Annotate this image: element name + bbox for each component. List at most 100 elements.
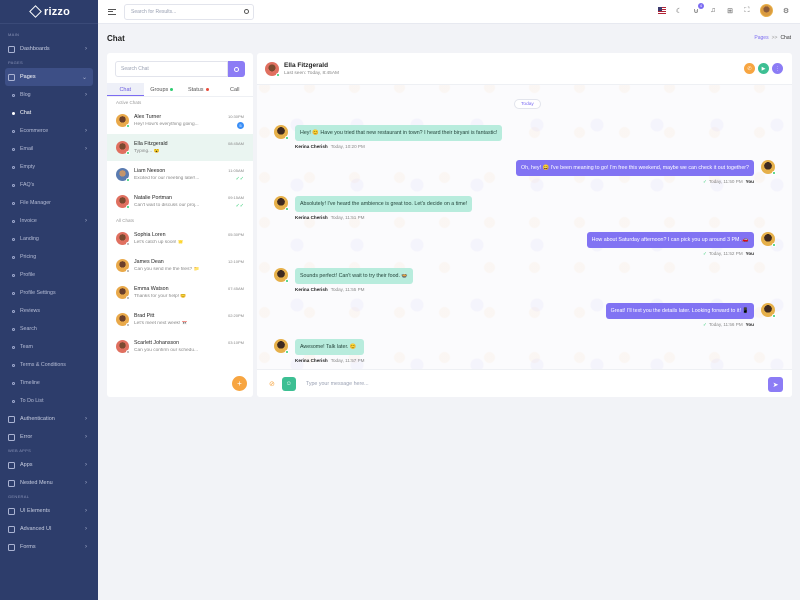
- bullet-icon: [12, 381, 15, 385]
- sidebar-sub-landing[interactable]: Landing: [0, 230, 98, 248]
- sidebar-item-forms[interactable]: Forms ›: [0, 538, 98, 556]
- sidebar-sub-reviews[interactable]: Reviews: [0, 302, 98, 320]
- sidebar-sub-pricing[interactable]: Pricing: [0, 248, 98, 266]
- message-outgoing: How about Saturday afternoon? I can pick…: [586, 232, 776, 257]
- sidebar-sub-chat[interactable]: Chat: [0, 104, 98, 122]
- message-input[interactable]: Type your message here...: [299, 376, 765, 391]
- sidebar-item-error[interactable]: Error ›: [0, 428, 98, 446]
- sidebar-sub-todo[interactable]: To Do List: [0, 392, 98, 410]
- more-icon[interactable]: ⋮: [772, 63, 783, 74]
- bullet-icon: [12, 165, 15, 169]
- chat-item-emma-watson[interactable]: Emma Watson Thanks for your help! 😊 07:45…: [107, 279, 253, 306]
- sidebar-item-label: Search: [20, 326, 37, 332]
- chat-item-liam-neeson[interactable]: Liam Neeson Excited for our meeting later…: [107, 161, 253, 188]
- sidebar-item-label: Ecommerce: [20, 128, 49, 134]
- avatar: [116, 114, 130, 128]
- chevron-right-icon: ›: [85, 416, 87, 422]
- chat-item-brad-pitt[interactable]: Brad Pitt Let's meet next week! 📅 02:20PM: [107, 306, 253, 333]
- phone-icon[interactable]: ✆: [744, 63, 755, 74]
- emoji-button[interactable]: ☺: [281, 376, 296, 391]
- sidebar-sub-file-manager[interactable]: File Manager: [0, 194, 98, 212]
- sidebar-item-ui-elements[interactable]: UI Elements ›: [0, 502, 98, 520]
- chat-list-panel: Search Chat Chat Groups Status Call Acti…: [107, 53, 253, 397]
- sidebar-item-label: File Manager: [20, 200, 51, 206]
- brand-logo[interactable]: rizzo: [0, 0, 98, 24]
- chat-search-input[interactable]: Search Chat: [115, 61, 228, 77]
- online-dot-icon: [772, 314, 776, 318]
- search-placeholder: Search for Results...: [131, 8, 177, 15]
- double-check-icon: ✓✓: [235, 203, 244, 209]
- tab-status[interactable]: Status: [180, 83, 217, 96]
- new-chat-button[interactable]: +: [232, 376, 247, 391]
- sidebar-item-advanced-ui[interactable]: Advanced UI ›: [0, 520, 98, 538]
- chat-item-james-dean[interactable]: James Dean Can you send me the files? 📁 1…: [107, 252, 253, 279]
- sidebar-item-nested-menu[interactable]: Nested Menu ›: [0, 474, 98, 492]
- paperclip-icon[interactable]: ⊘: [269, 380, 275, 388]
- moon-icon[interactable]: ☾: [675, 7, 683, 15]
- message-thread[interactable]: Today Hey! 😊 Have you tried that new res…: [257, 85, 792, 369]
- chat-item-alex-turner[interactable]: Alex Turner Hey! How's everything going..…: [107, 107, 253, 134]
- message-bubble: Hey! 😊 Have you tried that new restauran…: [295, 125, 503, 141]
- sidebar-item-label: Empty: [20, 164, 36, 170]
- top-header: Search for Results... ☾ ⊍ 4 ♫ ⊞ ⛶ ⚙: [98, 0, 800, 24]
- sidebar-sub-profile-settings[interactable]: Profile Settings: [0, 284, 98, 302]
- chat-item-sophia-loren[interactable]: Sophia Loren Let's catch up soon! 🌟 05:30…: [107, 225, 253, 252]
- apps-grid-icon[interactable]: ⊞: [726, 7, 734, 15]
- message-sender: Kerina Cherish: [295, 144, 328, 149]
- bullet-icon: [12, 129, 15, 133]
- chat-item-time: 12:10PM: [227, 259, 244, 264]
- tab-call[interactable]: Call: [217, 83, 254, 96]
- active-chats-label: Active Chats: [116, 100, 142, 105]
- sidebar-sub-invoice[interactable]: Invoice ›: [0, 212, 98, 230]
- tab-label: Groups: [150, 87, 169, 93]
- gear-icon[interactable]: ⚙: [782, 7, 790, 15]
- user-avatar[interactable]: [760, 4, 773, 17]
- sidebar-item-label: Dashboards: [20, 46, 50, 52]
- video-icon[interactable]: ▶: [758, 63, 769, 74]
- all-chats-label: All Chats: [116, 218, 135, 223]
- tab-groups[interactable]: Groups: [144, 83, 181, 96]
- bell-icon[interactable]: ♫: [709, 7, 717, 15]
- sidebar-item-label: Landing: [20, 236, 39, 242]
- bullet-icon: [12, 273, 15, 277]
- chat-item-natalie-portman[interactable]: Natalie Portman Can't wait to discuss our…: [107, 188, 253, 215]
- sidebar-sub-profile[interactable]: Profile: [0, 266, 98, 284]
- chat-item-ella-fitzgerald[interactable]: Ella Fitzgerald Typing... 😮 08:45AM: [107, 134, 253, 161]
- sidebar-item-apps[interactable]: Apps ›: [0, 456, 98, 474]
- sidebar-item-authentication[interactable]: Authentication ›: [0, 410, 98, 428]
- chat-search-button[interactable]: [228, 61, 245, 77]
- contact-avatar[interactable]: [265, 61, 280, 77]
- sidebar-sub-ecommerce[interactable]: Ecommerce ›: [0, 122, 98, 140]
- sidebar-sub-team[interactable]: Team: [0, 338, 98, 356]
- tab-chat[interactable]: Chat: [107, 83, 144, 96]
- chat-item-preview: Hey! How's everything going...: [134, 122, 199, 127]
- sidebar-sub-timeline[interactable]: Timeline: [0, 374, 98, 392]
- smiley-icon: ☺: [285, 380, 292, 387]
- last-seen: Last seen: Today, 8:45AM: [284, 70, 340, 76]
- online-dot-icon: [276, 72, 280, 77]
- chat-item-preview: Thanks for your help! 😊: [134, 294, 187, 299]
- avatar: [116, 259, 130, 273]
- sidebar-sub-empty[interactable]: Empty: [0, 158, 98, 176]
- search-icon[interactable]: [244, 8, 249, 14]
- sidebar-sub-search[interactable]: Search: [0, 320, 98, 338]
- fullscreen-icon[interactable]: ⛶: [743, 7, 751, 15]
- message-bubble: Awesome! Talk later. 😊: [295, 339, 365, 355]
- send-button[interactable]: ➤: [768, 377, 783, 392]
- home-icon: [8, 45, 15, 53]
- sidebar-sub-faqs[interactable]: FAQ's: [0, 176, 98, 194]
- global-search-input[interactable]: Search for Results...: [124, 3, 254, 20]
- bullet-icon: [12, 183, 15, 187]
- cart-icon[interactable]: ⊍ 4: [692, 2, 704, 15]
- message-time: Today, 11:55 PM: [330, 287, 365, 292]
- sidebar-item-pages[interactable]: Pages ⌄: [5, 68, 93, 86]
- chat-item-scarlett-johansson[interactable]: Scarlett Johansson Can you confirm our sc…: [107, 333, 253, 360]
- sidebar-sub-email[interactable]: Email ›: [0, 140, 98, 158]
- sidebar-item-dashboards[interactable]: Dashboards ›: [0, 40, 98, 58]
- breadcrumb-link-pages[interactable]: Pages: [754, 35, 768, 41]
- sidebar-sub-blog[interactable]: Blog ›: [0, 86, 98, 104]
- chat-item-time: 11:05AM: [228, 168, 244, 173]
- language-flag-icon[interactable]: [658, 7, 666, 15]
- sidebar-sub-terms[interactable]: Terms & Conditions: [0, 356, 98, 374]
- menu-toggle-icon[interactable]: [108, 8, 116, 15]
